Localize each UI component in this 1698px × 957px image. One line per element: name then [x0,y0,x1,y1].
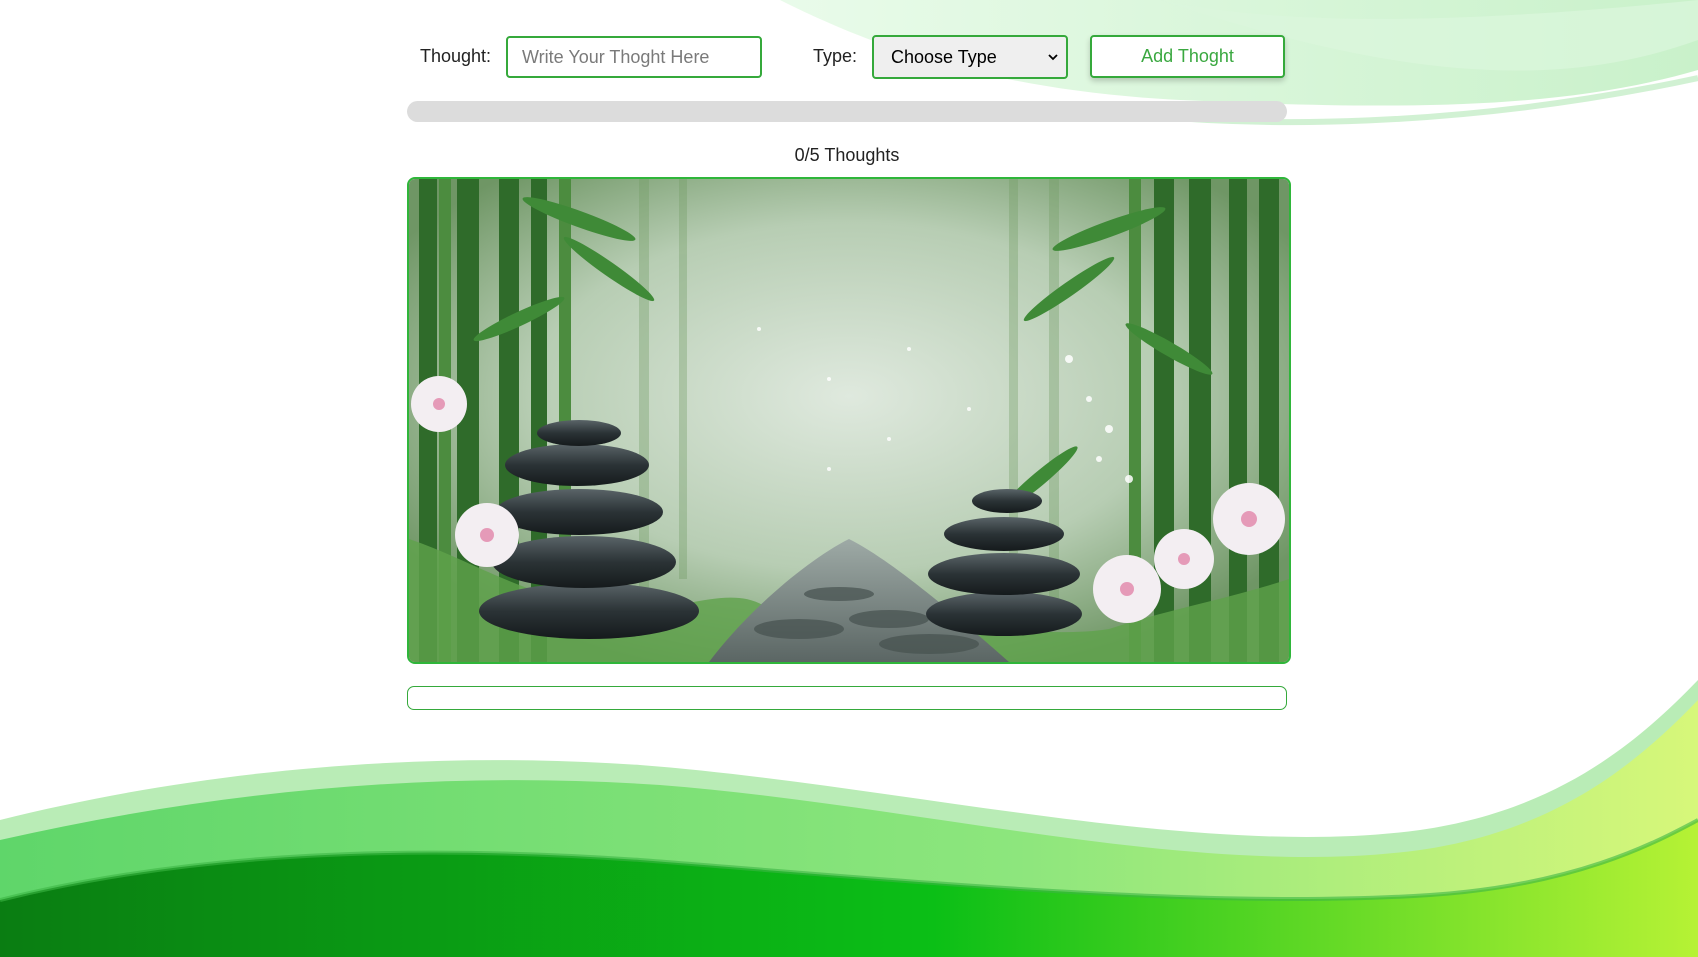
progress-bar [407,101,1287,122]
type-select[interactable]: Choose Type [872,35,1068,79]
type-label: Type: [813,46,858,66]
thought-input[interactable] [506,36,762,78]
page: Thought: Type: Choose Type Add Thoght 0/… [0,0,1698,957]
thought-form: Thought: Type: Choose Type Add Thoght [407,35,1291,79]
thought-label: Thought: [420,46,492,66]
type-select-value: Choose Type [891,46,997,67]
add-thought-button[interactable]: Add Thoght [1090,35,1285,78]
chevron-down-icon [1048,54,1058,61]
thoughts-list [407,686,1287,710]
thought-counter: 0/5 Thoughts [794,145,900,165]
zen-garden-image [407,177,1291,664]
